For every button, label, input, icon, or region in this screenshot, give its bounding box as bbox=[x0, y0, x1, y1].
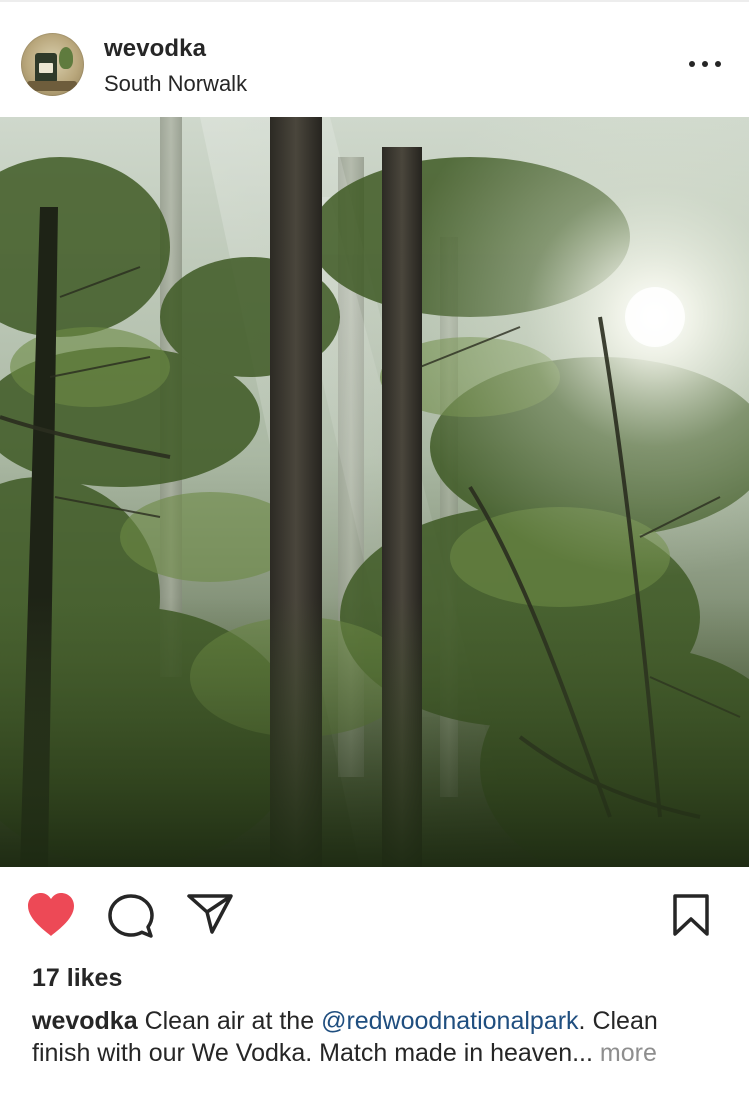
more-dot bbox=[702, 61, 708, 67]
more-dot bbox=[689, 61, 695, 67]
avatar-bottle-label bbox=[39, 63, 53, 73]
avatar[interactable] bbox=[21, 33, 84, 96]
location[interactable]: South Norwalk bbox=[104, 71, 247, 97]
direct-share-icon[interactable] bbox=[186, 892, 234, 936]
avatar-base bbox=[27, 81, 77, 91]
heart-icon[interactable] bbox=[26, 892, 76, 938]
username[interactable]: wevodka bbox=[104, 35, 206, 63]
caption-mention[interactable]: @redwoodnationalpark bbox=[321, 1007, 578, 1035]
avatar-sprig bbox=[59, 47, 73, 69]
post-photo[interactable] bbox=[0, 117, 749, 867]
forest-photo bbox=[0, 117, 749, 867]
comment-icon[interactable] bbox=[107, 892, 155, 940]
bookmark-icon[interactable] bbox=[670, 893, 712, 937]
caption-text-before: Clean air at the bbox=[144, 1007, 315, 1035]
post-header: wevodka South Norwalk bbox=[0, 2, 749, 117]
more-options-icon[interactable] bbox=[684, 54, 726, 74]
caption: wevodka Clean air at the @redwoodnationa… bbox=[32, 1005, 722, 1069]
likes-count[interactable]: 17 likes bbox=[32, 964, 122, 993]
more-dot bbox=[715, 61, 721, 67]
caption-more-link[interactable]: more bbox=[600, 1039, 657, 1067]
caption-username[interactable]: wevodka bbox=[32, 1007, 138, 1035]
